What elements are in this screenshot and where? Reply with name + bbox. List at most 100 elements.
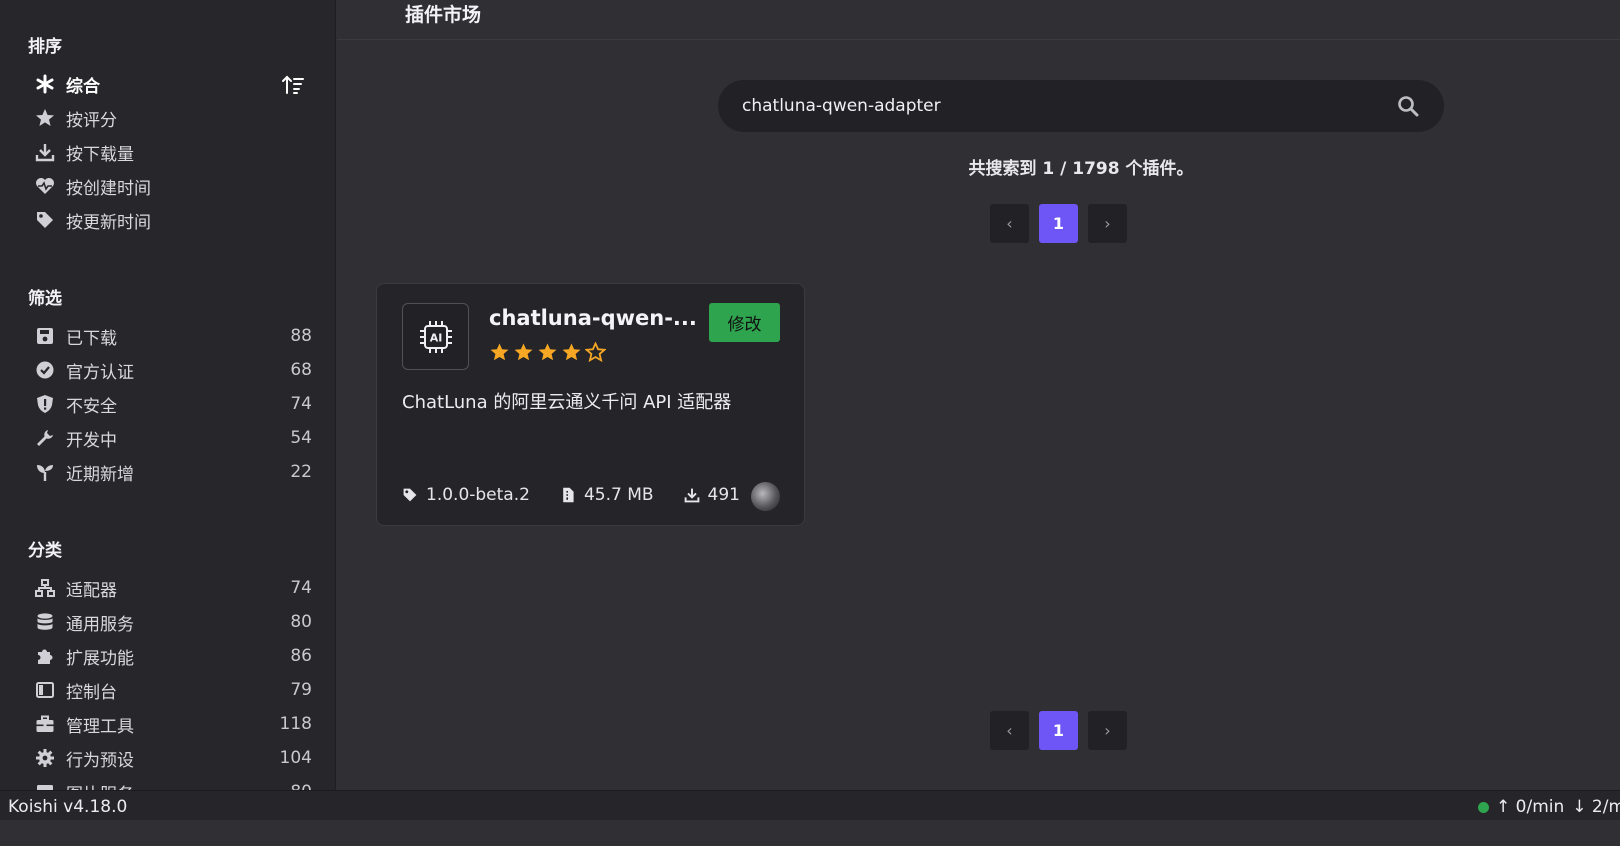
plugin-size: 45.7 MB xyxy=(583,485,654,505)
sort-item-label: 按更新时间 xyxy=(66,212,151,233)
save-icon xyxy=(34,325,56,347)
online-status-dot xyxy=(1478,801,1489,813)
category-item-preset[interactable]: 行为预设 104 xyxy=(34,743,314,773)
category-item-label: 控制台 xyxy=(66,682,117,703)
rating-stars xyxy=(489,342,606,363)
plugin-downloads: 491 xyxy=(707,485,740,505)
filter-item-count: 68 xyxy=(290,360,312,380)
category-item-count: 104 xyxy=(279,748,312,768)
result-count-text: 共搜索到 1 / 1798 个插件。 xyxy=(968,159,1194,179)
download-icon xyxy=(34,141,56,163)
filter-item-recent[interactable]: 近期新增 22 xyxy=(34,457,314,487)
download-icon xyxy=(684,488,699,503)
toolbox-icon xyxy=(34,713,56,735)
star-empty-icon xyxy=(585,342,606,363)
category-item-count: 80 xyxy=(290,612,312,632)
plugin-description: ChatLuna 的阿里云通义千问 API 适配器 xyxy=(402,392,732,413)
filter-item-count: 88 xyxy=(290,326,312,346)
category-item-count: 74 xyxy=(290,578,312,598)
heartbeat-icon xyxy=(34,175,56,197)
sort-item-label: 按下载量 xyxy=(66,144,134,165)
star-filled-icon xyxy=(538,343,557,361)
category-item-label: 适配器 xyxy=(66,580,117,601)
sort-item-default[interactable]: 综合 xyxy=(34,69,314,99)
app-version[interactable]: Koishi v4.18.0 xyxy=(8,797,127,817)
wrench-icon xyxy=(34,427,56,449)
puzzle-icon xyxy=(34,645,56,667)
category-item-service[interactable]: 通用服务 80 xyxy=(34,607,314,637)
sort-item-updated[interactable]: 按更新时间 xyxy=(34,205,314,235)
filter-item-count: 54 xyxy=(290,428,312,448)
sort-item-created[interactable]: 按创建时间 xyxy=(34,171,314,201)
upload-rate: ↑ 0/min xyxy=(1496,797,1565,817)
downloads-info: 491 xyxy=(684,485,740,505)
filter-item-verified[interactable]: 官方认证 68 xyxy=(34,355,314,385)
filter-item-downloaded[interactable]: 已下载 88 xyxy=(34,321,314,351)
sort-item-label: 按创建时间 xyxy=(66,178,151,199)
tag-icon xyxy=(34,209,56,231)
page-1-button[interactable]: 1 xyxy=(1039,711,1078,750)
asterisk-icon xyxy=(34,73,56,95)
star-filled-icon xyxy=(514,343,533,361)
filter-item-count: 22 xyxy=(290,462,312,482)
next-page-button[interactable]: › xyxy=(1088,711,1127,750)
sort-item-label: 按评分 xyxy=(66,110,117,131)
filter-item-insecure[interactable]: 不安全 74 xyxy=(34,389,314,419)
category-item-manage[interactable]: 管理工具 118 xyxy=(34,709,314,739)
sidebar: 排序 综合 按评分 按下载量 按创建时间 按更新时间 筛选 已下载 88 官方认… xyxy=(0,0,336,816)
version-info: 1.0.0-beta.2 xyxy=(402,485,530,505)
top-bar: 插件市场 xyxy=(337,0,1620,40)
filter-item-developing[interactable]: 开发中 54 xyxy=(34,423,314,453)
category-item-count: 79 xyxy=(290,680,312,700)
prev-page-button[interactable]: ‹ xyxy=(990,204,1029,243)
filter-item-label: 近期新增 xyxy=(66,464,134,485)
main-content: 插件市场 共搜索到 1 / 1798 个插件。 ‹ 1 › AI chatlun… xyxy=(337,0,1620,816)
category-item-label: 通用服务 xyxy=(66,614,134,635)
category-item-label: 扩展功能 xyxy=(66,648,134,669)
star-filled-icon xyxy=(562,343,581,361)
seedling-icon xyxy=(34,461,56,483)
tag-icon xyxy=(403,488,417,502)
filter-item-label: 不安全 xyxy=(66,396,117,417)
page-1-button[interactable]: 1 xyxy=(1039,204,1078,243)
sort-section-title: 排序 xyxy=(28,37,62,57)
category-item-extension[interactable]: 扩展功能 86 xyxy=(34,641,314,671)
plugin-card[interactable]: AI chatluna-qwen-... 修改 ChatLuna 的阿里云通义千… xyxy=(376,283,805,526)
plugin-name[interactable]: chatluna-qwen-... xyxy=(489,306,697,330)
category-item-console[interactable]: 控制台 79 xyxy=(34,675,314,705)
star-icon xyxy=(34,107,56,129)
database-icon xyxy=(34,611,56,633)
next-page-button[interactable]: › xyxy=(1088,204,1127,243)
gear-icon xyxy=(34,747,56,769)
category-item-label: 行为预设 xyxy=(66,750,134,771)
page-title: 插件市场 xyxy=(405,4,482,26)
category-section-title: 分类 xyxy=(28,541,62,561)
filter-section-title: 筛选 xyxy=(28,289,62,309)
pagination-top: ‹ 1 › xyxy=(990,204,1127,243)
sort-order-toggle-icon[interactable] xyxy=(282,74,304,96)
network-icon xyxy=(34,577,56,599)
verified-icon xyxy=(34,359,56,381)
console-icon xyxy=(34,679,56,701)
category-item-label: 管理工具 xyxy=(66,716,134,737)
size-info: 45.7 MB xyxy=(560,485,654,505)
svg-text:AI: AI xyxy=(429,331,442,344)
category-item-adapter[interactable]: 适配器 74 xyxy=(34,573,314,603)
traffic-stats[interactable]: ↑ 0/min ↓ 2/m xyxy=(1478,797,1620,817)
modify-button[interactable]: 修改 xyxy=(709,303,780,342)
filter-item-label: 已下载 xyxy=(66,328,117,349)
chip-ai-icon: AI xyxy=(402,303,469,370)
download-rate: ↓ 2/m xyxy=(1572,797,1620,817)
filter-item-label: 官方认证 xyxy=(66,362,134,383)
search-input[interactable] xyxy=(742,96,1396,116)
star-filled-icon xyxy=(490,343,509,361)
category-item-count: 118 xyxy=(279,714,312,734)
sort-item-downloads[interactable]: 按下载量 xyxy=(34,137,314,167)
prev-page-button[interactable]: ‹ xyxy=(990,711,1029,750)
pagination-bottom: ‹ 1 › xyxy=(990,711,1127,750)
sort-item-rating[interactable]: 按评分 xyxy=(34,103,314,133)
author-avatar[interactable] xyxy=(751,482,780,511)
plugin-meta: 1.0.0-beta.2 45.7 MB 491 xyxy=(402,485,770,505)
shield-icon xyxy=(34,393,56,415)
search-icon[interactable] xyxy=(1396,94,1420,118)
